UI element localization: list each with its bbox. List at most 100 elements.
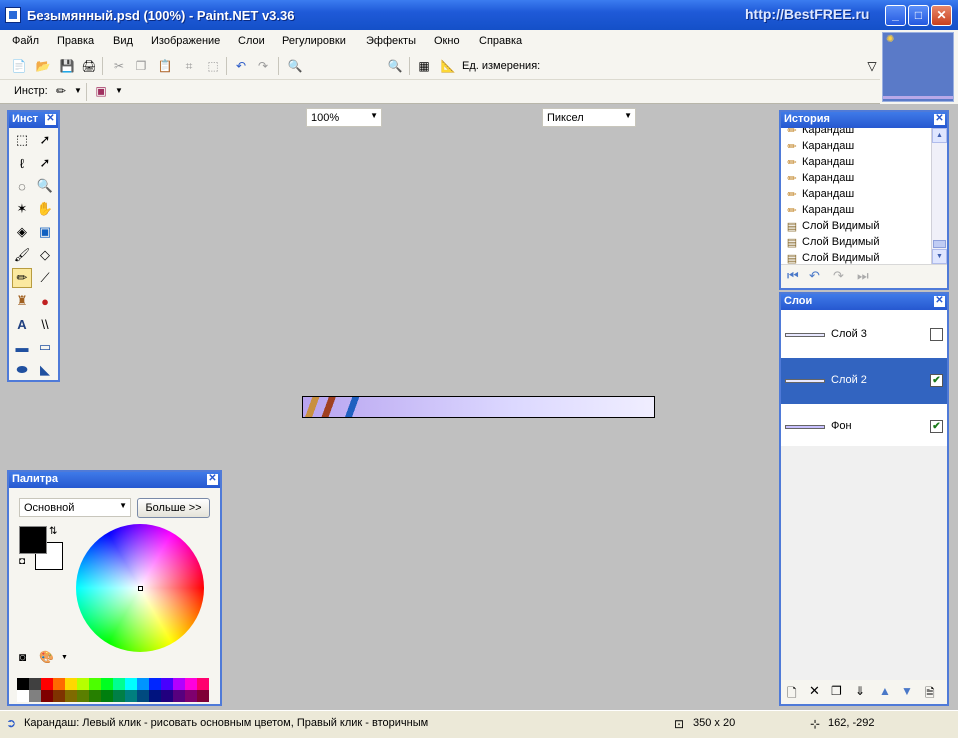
tool-pencil-selector-icon[interactable]: ✏ (52, 82, 70, 100)
units-combo[interactable]: Пиксел ▼ (542, 108, 636, 127)
palette-swatch[interactable] (17, 678, 29, 690)
close-icon[interactable]: ✕ (207, 474, 218, 485)
menu-window[interactable]: Окно (434, 35, 460, 47)
history-item[interactable]: ▤ Слой Видимый (785, 250, 880, 264)
deselect-icon[interactable]: ⬚ (204, 57, 222, 75)
save-icon[interactable]: 💾 (58, 57, 76, 75)
rect-select-icon[interactable]: ⬚ (12, 130, 32, 150)
recolor-icon[interactable]: ● (35, 291, 55, 311)
line-curve-icon[interactable]: \\ (35, 314, 55, 334)
ellipse-icon[interactable]: ⬬ (12, 360, 32, 380)
palette-swatch[interactable] (41, 678, 53, 690)
menu-layers[interactable]: Слои (238, 35, 265, 47)
zoom-out-icon[interactable]: 🔍 (286, 57, 304, 75)
move-layer-down-icon[interactable]: ▼ (901, 684, 913, 698)
layer-visibility-checkbox[interactable] (930, 328, 943, 341)
history-item[interactable]: ✏ Карандаш (785, 202, 854, 218)
rectangle-icon[interactable]: ▬ (12, 337, 32, 357)
palette-swatch[interactable] (149, 690, 161, 702)
fast-forward-icon[interactable]: ⏭ (857, 268, 869, 284)
palette-swatch[interactable] (29, 678, 41, 690)
palette-swatch[interactable] (173, 690, 185, 702)
freeform-shape-icon[interactable]: ◣ (35, 360, 55, 380)
palette-swatch[interactable] (89, 690, 101, 702)
palette-swatch[interactable] (89, 678, 101, 690)
swap-colors-icon[interactable]: ⇅ (49, 526, 57, 537)
merge-layer-icon[interactable]: ⇓ (855, 684, 865, 698)
palette-swatch[interactable] (161, 678, 173, 690)
menu-effects[interactable]: Эффекты (366, 35, 416, 47)
layer-row[interactable]: Слой 3 (781, 312, 947, 358)
zoom-combo[interactable]: 100% ▼ (306, 108, 382, 127)
scroll-thumb[interactable] (933, 240, 946, 248)
rewind-icon[interactable]: ⏮ (787, 268, 799, 284)
maximize-button[interactable]: □ (908, 5, 929, 26)
magic-wand-icon[interactable]: ✶ (12, 199, 32, 219)
history-item[interactable]: ✏ Карандаш (785, 170, 854, 186)
close-icon[interactable]: ✕ (934, 114, 945, 125)
zoom-in-icon[interactable]: 🔍 (386, 57, 404, 75)
palette-swatch[interactable] (65, 690, 77, 702)
pan-hand-icon[interactable]: ✋ (35, 199, 55, 219)
pencil-tool-icon[interactable]: ✏ (12, 268, 32, 288)
palette-swatch-grid[interactable] (17, 678, 209, 702)
palette-swatch[interactable] (53, 678, 65, 690)
undo-icon[interactable]: ↶ (232, 57, 250, 75)
scroll-down-icon[interactable]: ▼ (932, 249, 947, 264)
rounded-rectangle-icon[interactable]: ▭ (35, 337, 55, 357)
palette-swatch[interactable] (125, 678, 137, 690)
image-thumbnail[interactable]: ✺ (880, 30, 958, 104)
open-folder-icon[interactable]: 📂 (34, 57, 52, 75)
zoom-tool-icon[interactable]: 🔍 (35, 176, 55, 196)
grid-icon[interactable]: ▦ (415, 57, 433, 75)
palette-menu-icon[interactable]: 🎨 (39, 650, 54, 664)
palette-swatch[interactable] (185, 690, 197, 702)
palette-swatch[interactable] (113, 678, 125, 690)
layer-properties-icon[interactable]: 🗎 (925, 684, 935, 705)
blend-mode-icon[interactable]: ▣ (92, 82, 110, 100)
print-icon[interactable]: 🖨 (80, 57, 98, 75)
undo-icon[interactable]: ↶ (809, 268, 820, 284)
redo-icon[interactable]: ↷ (833, 268, 844, 284)
menu-help[interactable]: Справка (479, 35, 522, 47)
palette-swatch[interactable] (149, 678, 161, 690)
history-item[interactable]: ✏ Карандаш (785, 138, 854, 154)
redo-icon[interactable]: ↷ (254, 57, 272, 75)
duplicate-layer-icon[interactable]: ❐ (831, 684, 842, 698)
history-item[interactable]: ✏ Карандаш (785, 128, 854, 138)
ellipse-select-icon[interactable]: ◌ (12, 176, 32, 196)
copy-icon[interactable]: ❐ (132, 57, 150, 75)
paste-icon[interactable]: 📋 (156, 57, 174, 75)
minimize-button[interactable]: _ (885, 5, 906, 26)
close-button[interactable]: ✕ (931, 5, 952, 26)
chevron-down-icon[interactable]: ▼ (115, 86, 123, 95)
close-icon[interactable]: ✕ (934, 296, 945, 307)
layer-visibility-checkbox[interactable]: ✔ (930, 374, 943, 387)
delete-layer-icon[interactable]: ✕ (809, 683, 820, 699)
palette-swatch[interactable] (53, 690, 65, 702)
add-layer-icon[interactable]: 🗋 (787, 684, 797, 705)
palette-swatch[interactable] (17, 690, 29, 702)
move-layer-up-icon[interactable]: ▲ (879, 684, 891, 698)
clone-stamp-icon[interactable]: ♜ (12, 291, 32, 311)
image-canvas[interactable] (302, 396, 655, 418)
crop-icon[interactable]: ⌗ (180, 57, 198, 75)
palette-swatch[interactable] (77, 678, 89, 690)
layer-row[interactable]: Слой 2 ✔ (781, 358, 947, 404)
chevron-down-icon[interactable]: ▼ (74, 86, 82, 95)
history-item[interactable]: ▤ Слой Видимый (785, 218, 880, 234)
move-selection-icon[interactable]: ➚ (35, 130, 55, 150)
more-colors-button[interactable]: Больше >> (137, 498, 210, 518)
cut-icon[interactable]: ✂ (110, 57, 128, 75)
palette-swatch[interactable] (197, 690, 209, 702)
reset-colors-icon[interactable]: ◘ (19, 556, 25, 567)
menu-view[interactable]: Вид (113, 35, 133, 47)
palette-swatch[interactable] (65, 678, 77, 690)
new-file-icon[interactable]: 📄 (10, 57, 28, 75)
palette-swatch[interactable] (29, 690, 41, 702)
palette-swatch[interactable] (101, 678, 113, 690)
layer-visibility-checkbox[interactable]: ✔ (930, 420, 943, 433)
palette-swatch[interactable] (161, 690, 173, 702)
close-icon[interactable]: ✕ (45, 114, 56, 125)
history-scrollbar[interactable]: ▲ ▼ (931, 128, 947, 264)
